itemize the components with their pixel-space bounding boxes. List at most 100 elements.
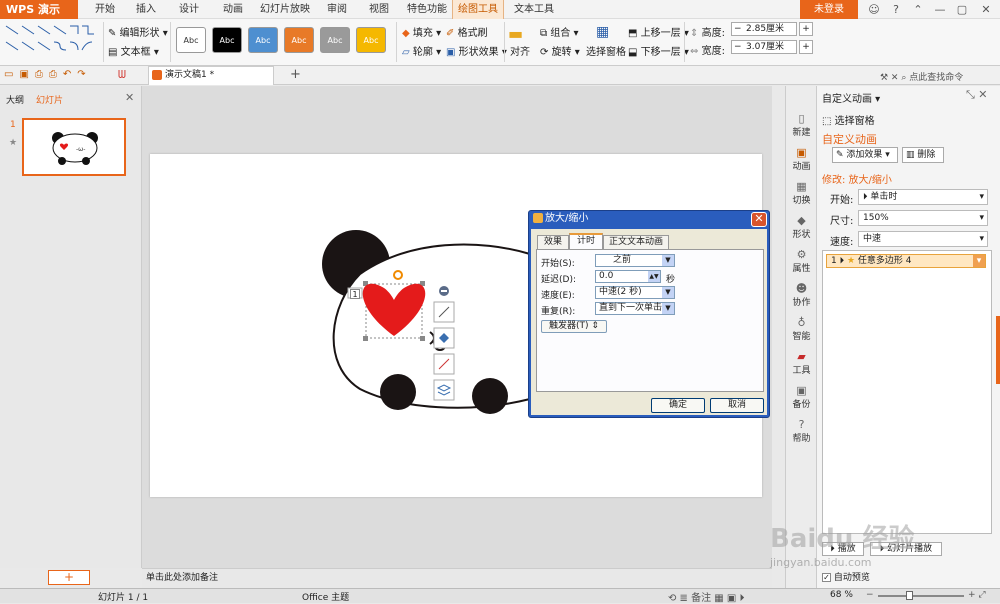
group-button[interactable]: ⧉ 组合 ▾ bbox=[540, 24, 579, 39]
strip-backup-button[interactable]: ▣ 备份 bbox=[786, 384, 817, 414]
delay-input[interactable]: 0.0 ▲▼ bbox=[595, 270, 661, 283]
text-box-button[interactable]: ▤ 文本框 ▾ bbox=[108, 43, 159, 58]
outline-button[interactable]: ▱ 轮廓 ▾ bbox=[402, 43, 441, 58]
animation-icon: ▣ bbox=[796, 146, 807, 159]
strip-collab-button[interactable]: ☻ 协作 bbox=[786, 282, 817, 312]
speed-dropdown[interactable]: 中速(2 秒) ▼ bbox=[595, 286, 675, 299]
backup-icon: ▣ bbox=[796, 384, 807, 397]
help-icon[interactable]: ? bbox=[886, 0, 906, 19]
select-pane-button[interactable]: 选择窗格 bbox=[586, 43, 626, 58]
cancel-button[interactable]: 取消 bbox=[710, 398, 764, 413]
send-backward-button[interactable]: ⬓ 下移一层 ▾ bbox=[628, 43, 689, 58]
width-decrement[interactable]: − bbox=[734, 41, 742, 53]
bring-forward-button[interactable]: ⬒ 上移一层 ▾ bbox=[628, 24, 689, 39]
trigger-button[interactable]: 触发器(T) ⇕ bbox=[541, 320, 607, 333]
tab-special[interactable]: 特色功能 bbox=[404, 0, 450, 19]
pane-scroll-marker[interactable] bbox=[996, 316, 1000, 384]
repeat-dropdown[interactable]: 直到下一次单击 ▼ bbox=[595, 302, 675, 315]
speed-select[interactable]: 中速 ▾ bbox=[858, 231, 988, 247]
format-brush-button[interactable]: ✐ 格式刷 bbox=[446, 24, 488, 39]
select-pane-link[interactable]: ⬚ 选择窗格 bbox=[822, 112, 875, 127]
zoom-in-button[interactable]: + ⤢ bbox=[968, 590, 986, 600]
strip-new-button[interactable]: ▯ 新建 bbox=[786, 112, 817, 142]
new-tab-button[interactable]: + bbox=[290, 67, 301, 82]
tab-design[interactable]: 设计 bbox=[174, 0, 204, 19]
close-button[interactable]: ✕ bbox=[976, 0, 996, 19]
width-input[interactable]: −3.07厘米 bbox=[731, 40, 797, 54]
shape-gallery[interactable] bbox=[4, 22, 96, 56]
tab-text-tools[interactable]: 文本工具 bbox=[508, 0, 560, 19]
view-icons[interactable]: ⟲ ≣ 备注 ▦ ▣ ⏵ bbox=[668, 589, 745, 604]
tab-effect[interactable]: 效果 bbox=[537, 235, 569, 249]
align-button[interactable]: 对齐 bbox=[510, 43, 530, 58]
style-swatch-black[interactable]: Abc bbox=[212, 27, 242, 53]
strip-transition-button[interactable]: ▦ 切换 bbox=[786, 180, 817, 210]
toolbox-icon: ▰ bbox=[797, 350, 806, 363]
new-icon: ▯ bbox=[798, 112, 805, 125]
pane-title[interactable]: 自定义动画 ▾ bbox=[822, 90, 880, 105]
fill-label: 填充 bbox=[412, 28, 433, 39]
dialog-close-button[interactable]: ✕ bbox=[751, 212, 767, 227]
strip-help-button[interactable]: ? 帮助 bbox=[786, 418, 817, 448]
rotate-button[interactable]: ⟳ 旋转 ▾ bbox=[540, 43, 580, 58]
strip-smart-button[interactable]: ♁ 智能 bbox=[786, 316, 817, 346]
autopreview-checkbox[interactable]: ✓ 自动预览 bbox=[822, 570, 870, 583]
tab-review[interactable]: 审阅 bbox=[322, 0, 352, 19]
speed-label: 速度: bbox=[830, 237, 854, 248]
document-tab[interactable]: 演示文稿1 * bbox=[148, 66, 274, 85]
start-dropdown[interactable]: 之前 ▼ bbox=[595, 254, 675, 267]
find-command[interactable]: ⚒ ✕ ⌕ 点此查找命令 bbox=[880, 70, 963, 83]
login-button[interactable]: 未登录 bbox=[800, 0, 858, 19]
tab-slideshow[interactable]: 幻灯片放映 bbox=[258, 0, 312, 19]
style-swatch-orange[interactable]: Abc bbox=[284, 27, 314, 53]
ok-button[interactable]: 确定 bbox=[651, 398, 705, 413]
zoom-slider[interactable] bbox=[878, 595, 964, 597]
height-increment[interactable]: + bbox=[799, 22, 813, 36]
strip-property-button[interactable]: ⚙ 属性 bbox=[786, 248, 817, 278]
zoom-slider-thumb[interactable] bbox=[906, 591, 913, 600]
tab-animation[interactable]: 动画 bbox=[218, 0, 248, 19]
style-swatch-blue[interactable]: Abc bbox=[248, 27, 278, 53]
tab-text-animation[interactable]: 正文文本动画 bbox=[603, 235, 669, 249]
property-icon: ⚙ bbox=[796, 248, 807, 261]
restore-button[interactable]: ▢ bbox=[952, 0, 972, 19]
animation-list-item[interactable]: 1 ⏵ ★ 任意多边形 4 ▾ bbox=[826, 254, 986, 268]
app-menu-button[interactable]: WPS 演示 bbox=[0, 0, 78, 19]
height-input[interactable]: −2.85厘米 bbox=[731, 22, 797, 36]
strip-shape-button[interactable]: ◆ 形状 bbox=[786, 214, 817, 244]
style-swatch-white[interactable]: Abc bbox=[176, 27, 206, 53]
pane-pin-icon[interactable]: ⤡ ✕ bbox=[966, 88, 988, 102]
outline-tab[interactable]: 大纲 bbox=[6, 93, 24, 106]
minimize-button[interactable]: — bbox=[930, 0, 950, 19]
tab-drawing-tools[interactable]: 绘图工具 bbox=[452, 0, 504, 19]
add-slide-button[interactable]: + bbox=[48, 570, 90, 585]
slide-thumbnail[interactable]: -ω- bbox=[22, 118, 126, 176]
pin-icon[interactable]: ⌃ bbox=[908, 0, 928, 19]
add-effect-button[interactable]: ✎ 添加效果 ▾ bbox=[832, 147, 898, 163]
style-swatch-gray[interactable]: Abc bbox=[320, 27, 350, 53]
wps-logo-icon: ᗯ bbox=[118, 68, 126, 81]
strip-tools-button[interactable]: ▰ 工具 bbox=[786, 350, 817, 380]
fill-button[interactable]: ◆ 填充 ▾ bbox=[402, 24, 441, 39]
zoom-out-button[interactable]: − bbox=[866, 590, 874, 600]
start-select[interactable]: ⏵ 单击时 ▾ bbox=[858, 189, 988, 205]
delete-button[interactable]: ▥ 删除 bbox=[902, 147, 944, 163]
height-decrement[interactable]: − bbox=[734, 23, 742, 35]
tab-home[interactable]: 开始 bbox=[90, 0, 120, 19]
tab-timing[interactable]: 计时 bbox=[569, 233, 603, 249]
tab-view[interactable]: 视图 bbox=[364, 0, 394, 19]
slides-tab[interactable]: 幻灯片 bbox=[36, 93, 63, 106]
size-select[interactable]: 150% ▾ bbox=[858, 210, 988, 226]
edit-shape-button[interactable]: ✎ 编辑形状 ▾ bbox=[108, 24, 168, 39]
skin-icon[interactable]: ☺ bbox=[864, 0, 884, 19]
strip-animation-button[interactable]: ▣ 动画 bbox=[786, 146, 817, 176]
bulb-icon: ♁ bbox=[797, 316, 806, 329]
close-panel-icon[interactable]: ✕ bbox=[125, 91, 134, 104]
start-field-label: 开始(S): bbox=[541, 259, 575, 269]
tab-insert[interactable]: 插入 bbox=[131, 0, 161, 19]
shape-effect-button[interactable]: ▣ 形状效果 ▾ bbox=[446, 43, 507, 58]
width-increment[interactable]: + bbox=[799, 40, 813, 54]
style-swatch-gold[interactable]: Abc bbox=[356, 27, 386, 53]
quick-access-icons[interactable]: ▭▣⎙⎙↶↷ bbox=[4, 69, 92, 80]
notes-area[interactable]: 单击此处添加备注 bbox=[142, 568, 772, 588]
